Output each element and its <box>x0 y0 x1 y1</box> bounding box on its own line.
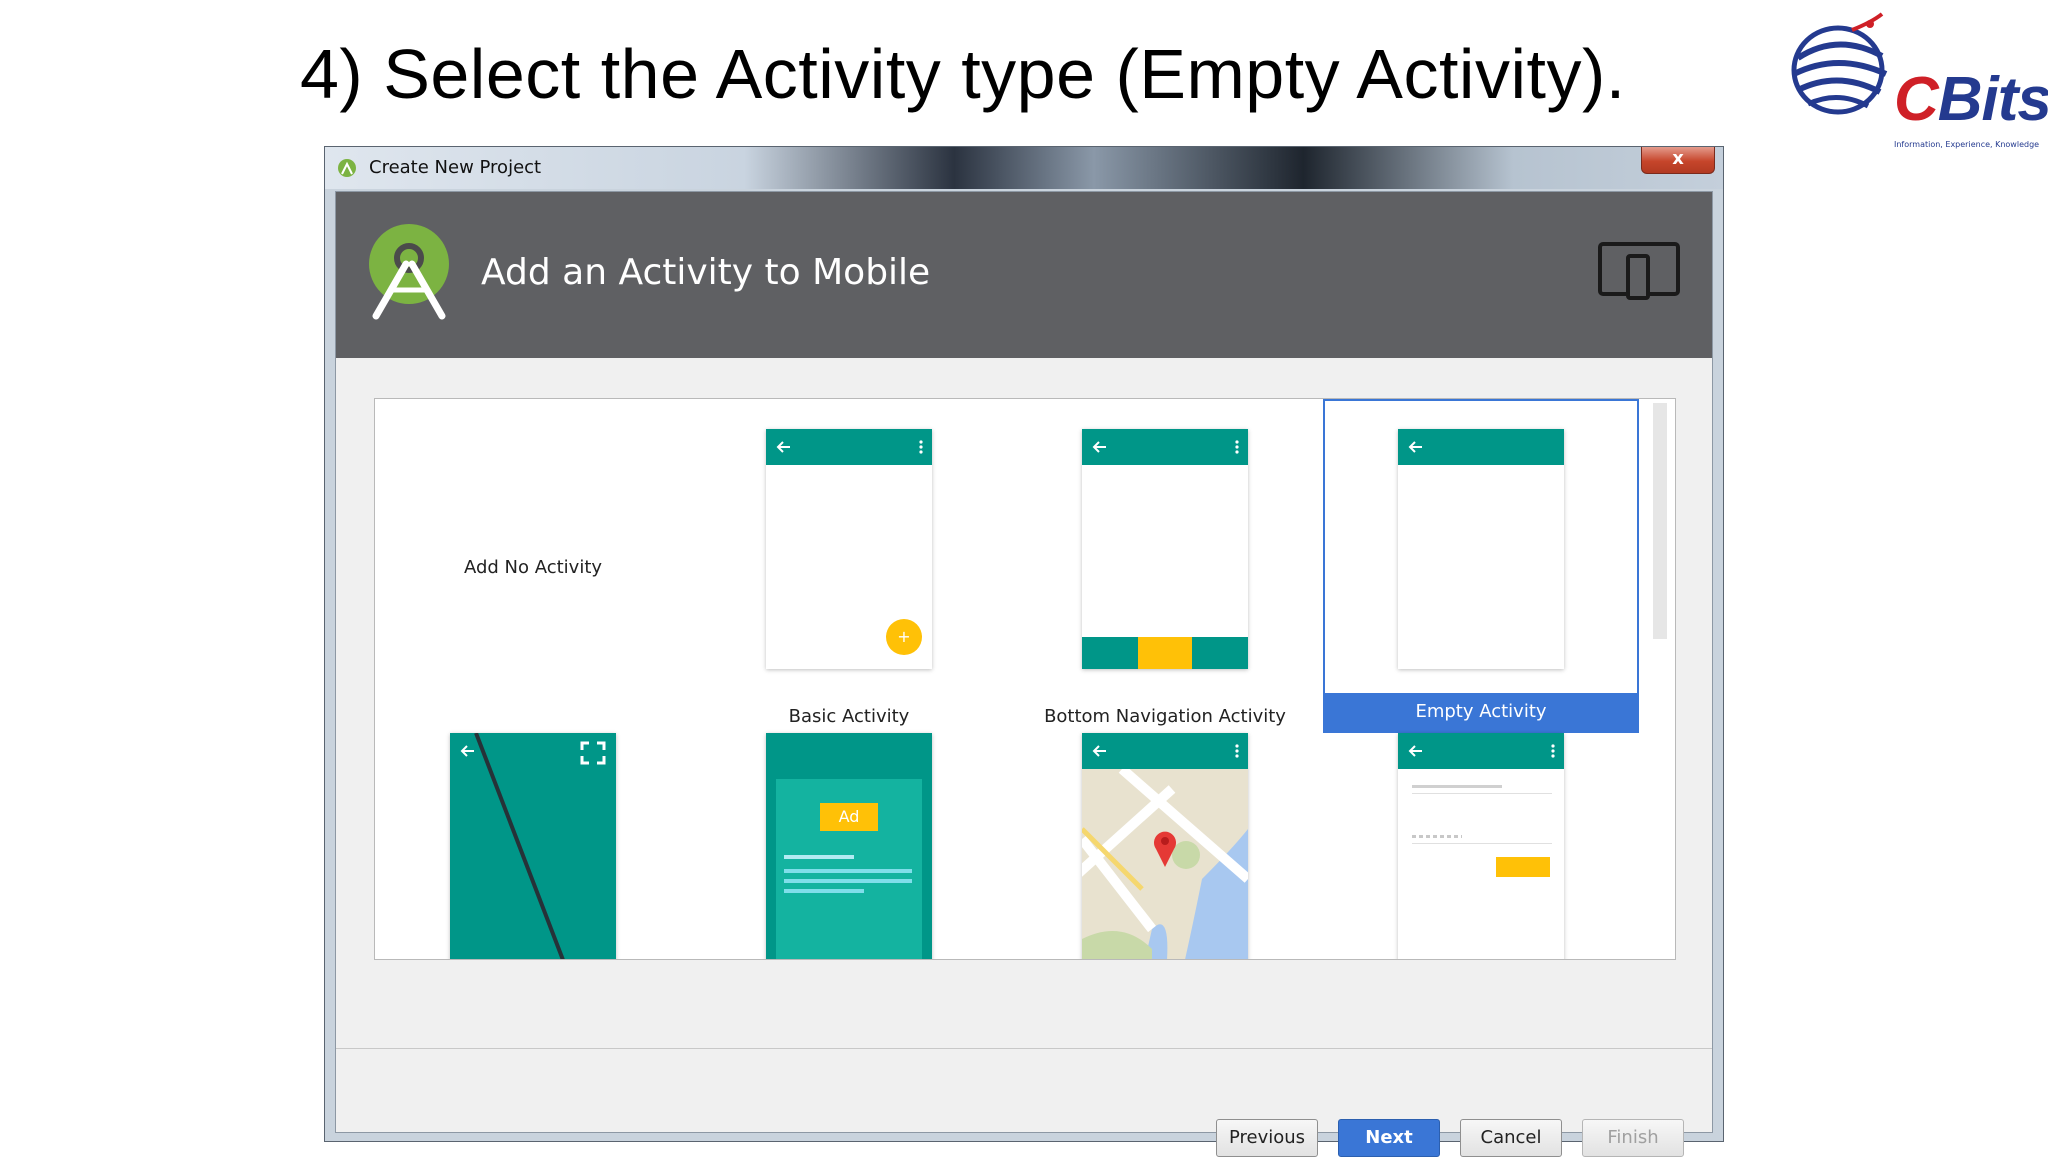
previous-label: Previous <box>1228 1127 1306 1148</box>
text-line <box>784 889 864 893</box>
text-line <box>784 879 912 883</box>
create-new-project-window: Create New Project x Add an Activity to … <box>324 146 1724 1157</box>
logo-letter-c: C <box>1894 65 1939 134</box>
window-title: Create New Project <box>369 157 542 178</box>
bottom-nav-selected-item <box>1138 637 1192 669</box>
diagonal-line <box>474 733 565 959</box>
template-label: Empty Activity <box>1325 693 1637 731</box>
admob-preview: Ad <box>766 733 932 959</box>
finish-button[interactable]: Finish <box>1582 1119 1684 1157</box>
cancel-label: Cancel <box>1480 1127 1542 1148</box>
dialog-title: Add an Activity to Mobile <box>481 252 931 293</box>
password-field-placeholder <box>1412 835 1462 838</box>
back-arrow-icon <box>460 745 474 757</box>
basic-activity-preview: + <box>766 429 932 669</box>
field-underline <box>1412 793 1552 794</box>
dialog-client-area: Add an Activity to Mobile Add No Activit… <box>335 191 1713 1157</box>
bottom-navigation-preview <box>1082 429 1248 669</box>
cancel-button[interactable]: Cancel <box>1460 1119 1562 1157</box>
finish-label: Finish <box>1607 1127 1659 1148</box>
back-arrow-icon <box>776 441 790 453</box>
logo-wordmark: CBitss <box>1894 64 2048 135</box>
cbitss-logo: CBitss Information, Experience, Knowledg… <box>1782 12 2048 158</box>
activity-template-gallery: Add No Activity + Basic Activity Bottom … <box>374 398 1676 960</box>
ad-badge: Ad <box>820 803 878 831</box>
overflow-menu-icon <box>919 440 923 454</box>
back-arrow-icon <box>1092 745 1106 757</box>
maps-preview <box>1082 733 1248 959</box>
fullscreen-icon <box>580 741 606 765</box>
globe-icon <box>1791 12 1888 115</box>
back-arrow-icon <box>1408 745 1422 757</box>
template-bottom-navigation-activity[interactable]: Bottom Navigation Activity <box>1007 399 1323 733</box>
text-line <box>784 869 912 873</box>
template-empty-activity[interactable]: Empty Activity <box>1323 399 1639 733</box>
text-line <box>784 855 854 859</box>
overflow-menu-icon <box>1235 744 1239 758</box>
footer-divider <box>336 1048 1712 1049</box>
logo-tagline: Information, Experience, Knowledge <box>1894 140 2040 149</box>
logo-word-bitss: Bitss <box>1937 65 2048 134</box>
next-label: Next <box>1365 1127 1413 1148</box>
window-titlebar[interactable]: Create New Project x <box>325 147 1723 189</box>
fab-add-icon: + <box>886 619 922 655</box>
template-login-activity[interactable] <box>1323 733 1639 959</box>
back-arrow-icon <box>1092 441 1106 453</box>
email-field-placeholder <box>1412 785 1502 788</box>
back-arrow-icon <box>1408 441 1422 453</box>
template-add-no-activity[interactable]: Add No Activity <box>375 399 691 733</box>
previous-button[interactable]: Previous <box>1216 1119 1318 1157</box>
mobile-tablet-icon <box>1598 242 1680 300</box>
template-label: Bottom Navigation Activity <box>1044 706 1286 727</box>
empty-activity-preview <box>1398 429 1564 669</box>
template-fullscreen-activity[interactable] <box>375 733 691 959</box>
template-basic-activity[interactable]: + Basic Activity <box>691 399 1007 733</box>
overflow-menu-icon <box>1235 440 1239 454</box>
android-studio-logo-icon <box>369 224 449 320</box>
fullscreen-preview <box>450 733 616 959</box>
android-studio-icon <box>338 159 356 177</box>
ad-content-card: Ad <box>776 779 922 959</box>
gallery-scrollbar[interactable] <box>1653 403 1667 639</box>
map-pin-icon <box>1154 831 1176 867</box>
overflow-menu-icon <box>1551 744 1555 758</box>
dialog-header: Add an Activity to Mobile <box>336 192 1712 358</box>
sign-in-button-preview <box>1496 857 1550 877</box>
slide-title: 4) Select the Activity type (Empty Activ… <box>300 35 1626 113</box>
field-underline <box>1412 843 1552 844</box>
next-button[interactable]: Next <box>1338 1119 1440 1157</box>
close-button[interactable]: x <box>1641 147 1715 174</box>
template-label: Add No Activity <box>463 557 603 578</box>
login-preview <box>1398 733 1564 959</box>
template-maps-activity[interactable] <box>1007 733 1323 959</box>
template-admob-activity[interactable]: Ad <box>691 733 1007 959</box>
template-label: Basic Activity <box>788 706 910 727</box>
bottom-navigation-bar <box>1082 637 1248 669</box>
